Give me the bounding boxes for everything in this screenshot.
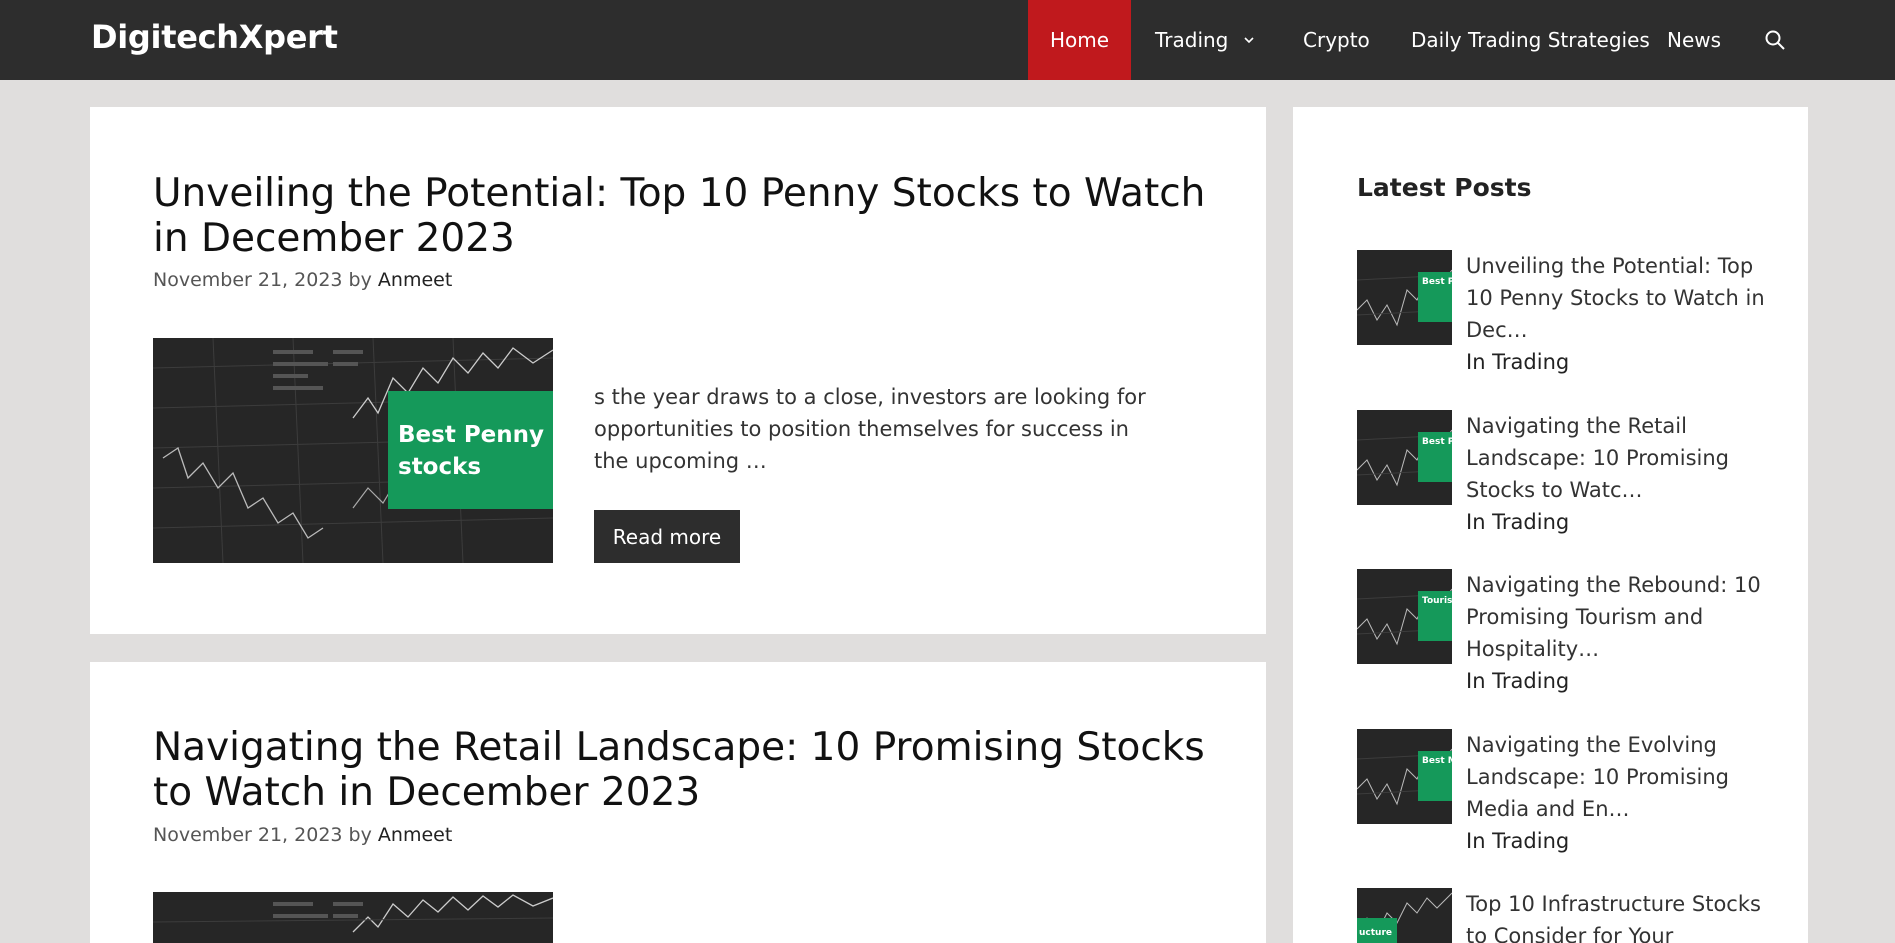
post-card: Unveiling the Potential: Top 10 Penny St… (90, 107, 1266, 634)
sidebar-post-text: Top 10 Infrastructure Stocks to Consider… (1466, 888, 1766, 943)
nav-crypto[interactable]: Crypto (1303, 0, 1370, 80)
thumbnail-badge: Best P stocks (1418, 272, 1452, 322)
sidebar-title: Latest Posts (1357, 173, 1532, 202)
nav-home-label: Home (1049, 28, 1110, 52)
thumbnail-badge: Touris Hospit Stocks (1418, 591, 1452, 641)
read-more-button[interactable]: Read more (594, 510, 740, 563)
site-logo[interactable]: DigitechXpert (91, 18, 338, 56)
thumbnail-badge: ucture (1357, 918, 1397, 943)
sidebar-post-category[interactable]: In Trading (1466, 506, 1766, 538)
post-date[interactable]: November 21, 2023 (153, 269, 343, 291)
sidebar: Latest Posts Best P stocks Unveiling the… (1293, 107, 1808, 943)
sidebar-post-thumbnail[interactable]: Best Me Entertai Stocks (1357, 729, 1452, 824)
post-meta: November 21, 2023 by Anmeet (153, 269, 452, 291)
sidebar-post-text: Navigating the Retail Landscape: 10 Prom… (1466, 410, 1766, 538)
nav-trading[interactable]: Trading (1155, 0, 1256, 80)
post-author[interactable]: Anmeet (378, 824, 452, 846)
post-card: Navigating the Retail Landscape: 10 Prom… (90, 662, 1266, 943)
post-by: by (348, 824, 372, 846)
nav-home[interactable]: Home (1028, 0, 1131, 80)
stock-chart-image (153, 892, 553, 943)
sidebar-post-item[interactable]: Best Me Entertai Stocks Navigating the E… (1357, 729, 1777, 859)
sidebar-post-text: Navigating the Rebound: 10 Promising Tou… (1466, 569, 1766, 697)
nav-daily-trading-strategies-label: Daily Trading Strategies (1411, 28, 1650, 52)
sidebar-post-item[interactable]: ucture Top 10 Infrastructure Stocks to C… (1357, 888, 1777, 943)
thumbnail-badge: Best Penny stocks (388, 391, 553, 509)
sidebar-post-title[interactable]: Navigating the Rebound: 10 Promising Tou… (1466, 569, 1766, 665)
sidebar-post-text: Navigating the Evolving Landscape: 10 Pr… (1466, 729, 1766, 857)
sidebar-post-item[interactable]: Best P stocks Unveiling the Potential: T… (1357, 250, 1777, 380)
sidebar-post-item[interactable]: Touris Hospit Stocks Navigating the Rebo… (1357, 569, 1777, 699)
nav-news[interactable]: News (1667, 0, 1721, 80)
post-title[interactable]: Navigating the Retail Landscape: 10 Prom… (153, 725, 1213, 815)
post-title[interactable]: Unveiling the Potential: Top 10 Penny St… (153, 171, 1213, 261)
chevron-down-icon (1244, 37, 1254, 44)
sidebar-post-category[interactable]: In Trading (1466, 346, 1766, 378)
sidebar-post-category[interactable]: In Trading (1466, 665, 1766, 697)
search-icon[interactable] (1763, 28, 1787, 52)
nav-news-label: News (1667, 28, 1722, 52)
sidebar-post-thumbnail[interactable]: Best Prom Stock (1357, 410, 1452, 505)
post-date[interactable]: November 21, 2023 (153, 824, 343, 846)
nav-crypto-label: Crypto (1303, 28, 1370, 52)
sidebar-post-title[interactable]: Navigating the Evolving Landscape: 10 Pr… (1466, 729, 1766, 825)
sidebar-post-thumbnail[interactable]: ucture (1357, 888, 1452, 943)
post-thumbnail[interactable] (153, 892, 553, 943)
sidebar-post-thumbnail[interactable]: Touris Hospit Stocks (1357, 569, 1452, 664)
nav-trading-label: Trading (1155, 28, 1229, 52)
post-meta: November 21, 2023 by Anmeet (153, 824, 452, 846)
post-author[interactable]: Anmeet (378, 269, 452, 291)
post-excerpt: s the year draws to a close, investors a… (594, 385, 1146, 473)
sidebar-post-thumbnail[interactable]: Best P stocks (1357, 250, 1452, 345)
thumbnail-badge: Best Me Entertai Stocks (1418, 751, 1452, 801)
sidebar-post-item[interactable]: Best Prom Stock Navigating the Retail La… (1357, 410, 1777, 540)
nav-daily-trading-strategies[interactable]: Daily Trading Strategies (1411, 0, 1650, 80)
post-by: by (348, 269, 372, 291)
sidebar-post-title[interactable]: Unveiling the Potential: Top 10 Penny St… (1466, 250, 1766, 346)
sidebar-post-title[interactable]: Navigating the Retail Landscape: 10 Prom… (1466, 410, 1766, 506)
sidebar-post-category[interactable]: In Trading (1466, 825, 1766, 857)
sidebar-post-text: Unveiling the Potential: Top 10 Penny St… (1466, 250, 1766, 378)
post-thumbnail[interactable]: Best Penny stocks (153, 338, 553, 563)
site-header: DigitechXpert Home Trading Crypto Daily … (0, 0, 1895, 80)
sidebar-post-title[interactable]: Top 10 Infrastructure Stocks to Consider… (1466, 888, 1766, 943)
thumbnail-badge: Best Prom Stock (1418, 432, 1452, 482)
